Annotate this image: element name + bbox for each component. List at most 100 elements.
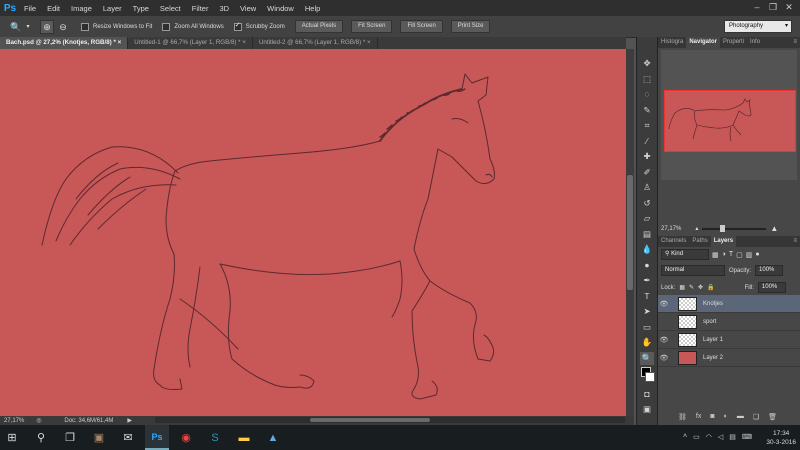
notifications-icon[interactable]: ▤ [729, 433, 736, 441]
menu-edit[interactable]: Edit [47, 4, 60, 13]
healing-brush-tool-icon[interactable]: ✚ [640, 150, 654, 163]
chevron-down-icon[interactable]: ▾ [25, 21, 31, 33]
menu-select[interactable]: Select [160, 4, 181, 13]
tab-untitled-2[interactable]: Untitled-2 @ 66,7% (Layer 1, RGB/8) * × [253, 37, 378, 49]
lock-transparent-icon[interactable]: ▦ [679, 284, 685, 291]
lock-all-icon[interactable]: 🔒 [707, 284, 714, 291]
vertical-scroll-thumb[interactable] [627, 175, 633, 290]
navigator-zoom-slider[interactable] [702, 224, 767, 232]
eyedropper-tool-icon[interactable]: ⁄ [640, 135, 654, 148]
pixel-filter-icon[interactable]: ▦ [712, 251, 719, 259]
menu-type[interactable]: Type [133, 4, 149, 13]
fit-screen-button[interactable]: Fit Screen [351, 20, 393, 33]
windows-start-icon[interactable]: ⊞ [0, 425, 24, 450]
path-selection-tool-icon[interactable]: ➤ [640, 305, 654, 318]
navigator-preview[interactable] [661, 50, 797, 180]
eye-icon[interactable]: 👁 [658, 354, 670, 362]
layer-row-sport[interactable]: ▫ sport [658, 313, 800, 331]
zoom-tool-icon[interactable]: 🔍 [640, 351, 654, 365]
clone-stamp-tool-icon[interactable]: ♙ [640, 181, 654, 194]
layer-style-icon[interactable]: fx [696, 413, 701, 421]
actual-pixels-button[interactable]: Actual Pixels [294, 20, 344, 33]
tab-layers[interactable]: Layers [710, 236, 737, 247]
screen-mode-icon[interactable]: ▣ [640, 403, 654, 416]
tab-bach[interactable]: Bach.psd @ 27,2% (Knotjes, RGB/8) * × [0, 37, 129, 49]
search-icon[interactable]: ⚲ [29, 425, 53, 450]
navigator-zoom-value[interactable]: 27,17% [661, 226, 681, 232]
zoom-slider-handle[interactable] [720, 224, 726, 232]
blend-mode-select[interactable]: Normal [661, 265, 725, 276]
color-swatches[interactable] [640, 367, 655, 385]
blur-tool-icon[interactable]: 💧 [640, 243, 654, 256]
close-icon[interactable]: × [118, 39, 122, 46]
lasso-tool-icon[interactable]: ◌ [640, 88, 654, 101]
shape-filter-icon[interactable]: ▢ [736, 251, 743, 259]
eye-hidden-icon[interactable]: ▫ [658, 318, 670, 325]
battery-icon[interactable]: ▭ [693, 433, 700, 441]
hand-tool-icon[interactable]: ✋ [640, 336, 654, 349]
keyboard-icon[interactable]: ⌨ [742, 433, 752, 441]
menu-help[interactable]: Help [305, 4, 320, 13]
scrubby-zoom-checkbox[interactable]: Scrubby Zoom [233, 21, 285, 31]
eraser-tool-icon[interactable]: ▱ [640, 212, 654, 225]
adjustment-layer-icon[interactable]: ◐ [724, 413, 728, 421]
mail-icon[interactable]: ✉ [116, 425, 140, 450]
background-color-swatch[interactable] [645, 372, 655, 382]
delete-layer-icon[interactable]: 🗑 [768, 413, 777, 421]
workspace-select[interactable]: Photography ▾ [724, 20, 792, 33]
layer-row-layer-1[interactable]: 👁 Layer 1 [658, 331, 800, 349]
fill-screen-button[interactable]: Fill Screen [400, 20, 443, 33]
chrome-icon[interactable]: ◉ [174, 425, 198, 450]
quick-mask-icon[interactable]: ◘ [640, 388, 654, 401]
zoom-tool-icon[interactable]: 🔍 [10, 21, 22, 33]
file-explorer-icon[interactable]: ▬ [232, 425, 256, 450]
zoom-in-icon[interactable]: ⊕ [40, 19, 54, 34]
horizontal-scroll-thumb[interactable] [310, 418, 430, 422]
new-group-icon[interactable]: ▬ [737, 413, 744, 421]
game-app-icon[interactable]: ▣ [87, 425, 111, 450]
adjustment-filter-icon[interactable]: ◑ [722, 251, 726, 258]
layer-filter-select[interactable]: ⚲ Kind [661, 249, 709, 260]
photoshop-taskbar-icon[interactable]: Ps [145, 425, 169, 450]
quick-select-tool-icon[interactable]: ✎ [640, 104, 654, 117]
lock-position-icon[interactable]: ✥ [698, 284, 703, 291]
zoom-readout[interactable]: 27,17% [4, 418, 24, 424]
menu-filter[interactable]: Filter [192, 4, 209, 13]
menu-window[interactable]: Window [267, 4, 294, 13]
rectangle-tool-icon[interactable]: ▭ [640, 321, 654, 334]
tab-histogram[interactable]: Histogra [658, 37, 686, 48]
zoom-in-mountain-icon[interactable]: ▲ [770, 224, 778, 233]
history-brush-tool-icon[interactable]: ↺ [640, 197, 654, 210]
close-icon[interactable]: ✕ [784, 2, 794, 12]
menu-file[interactable]: File [24, 4, 36, 13]
close-icon[interactable]: × [242, 39, 246, 46]
layer-mask-icon[interactable]: ◙ [710, 413, 714, 421]
new-layer-icon[interactable]: ❏ [753, 413, 759, 421]
type-filter-icon[interactable]: T [729, 251, 733, 258]
skype-icon[interactable]: S [203, 425, 227, 450]
menu-layer[interactable]: Layer [103, 4, 122, 13]
menu-3d[interactable]: 3D [219, 4, 229, 13]
tab-paths[interactable]: Paths [689, 236, 710, 247]
tab-untitled-1[interactable]: Untitled-1 @ 66,7% (Layer 1, RGB/8) * × [128, 37, 253, 49]
smart-object-filter-icon[interactable]: ▥ [746, 251, 753, 259]
gradient-tool-icon[interactable]: ▤ [640, 228, 654, 241]
marquee-tool-icon[interactable]: ⬚ [640, 73, 654, 86]
layer-name[interactable]: Layer 2 [703, 355, 723, 361]
resize-windows-checkbox[interactable]: Resize Windows to Fit [81, 22, 152, 31]
eye-icon[interactable]: 👁 [658, 336, 670, 344]
zoom-out-icon[interactable]: ⊖ [57, 21, 69, 33]
link-layers-icon[interactable]: ⛓ [678, 413, 687, 421]
maximize-icon[interactable]: ❐ [768, 2, 778, 12]
print-size-button[interactable]: Print Size [450, 20, 491, 33]
panel-menu-icon[interactable]: ≡ [790, 37, 800, 48]
tab-properties[interactable]: Properti [720, 37, 747, 48]
type-tool-icon[interactable]: T [640, 290, 654, 303]
menu-image[interactable]: Image [71, 4, 92, 13]
menu-view[interactable]: View [240, 4, 256, 13]
chevron-up-icon[interactable]: ˄ [683, 433, 687, 441]
brush-tool-icon[interactable]: ✐ [640, 166, 654, 179]
wifi-icon[interactable]: ◠ [706, 433, 712, 441]
pen-tool-icon[interactable]: ✒ [640, 274, 654, 287]
fill-input[interactable]: 100% [757, 282, 786, 293]
